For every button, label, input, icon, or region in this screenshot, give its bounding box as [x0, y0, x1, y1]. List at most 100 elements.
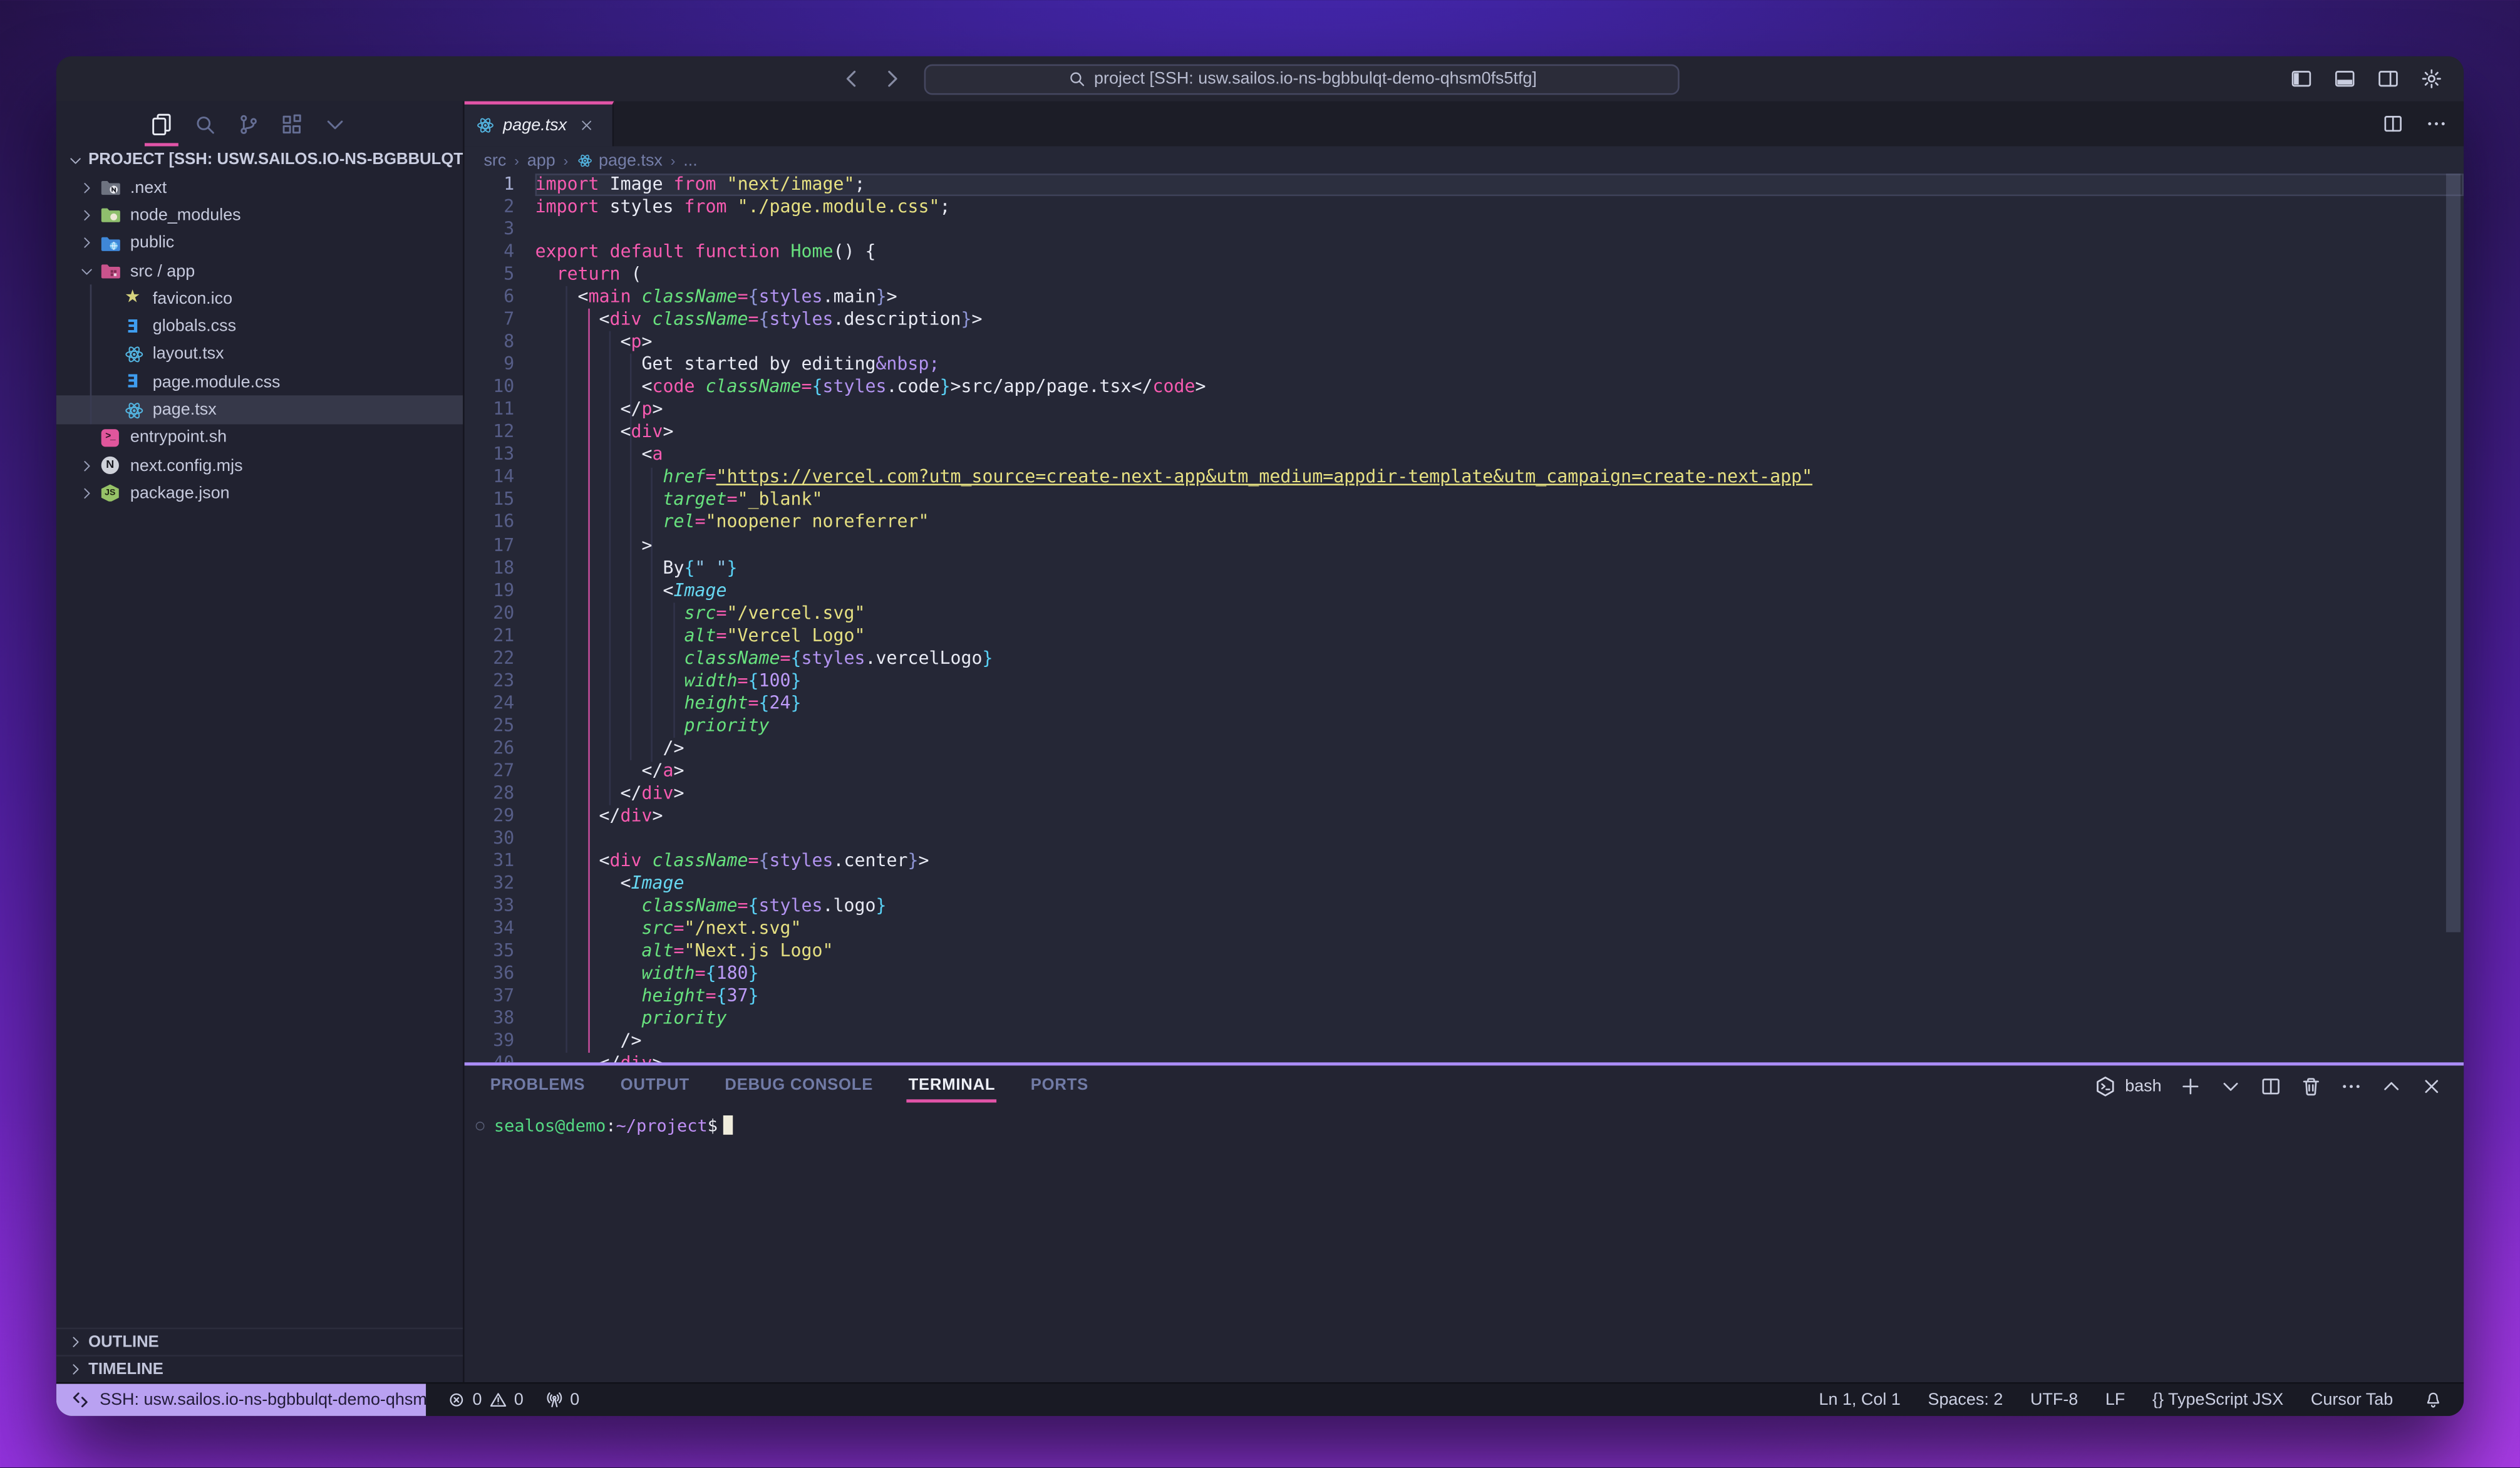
code-line-1[interactable]: 1import Image from "next/image";	[465, 173, 2464, 196]
line-number[interactable]: 2	[465, 196, 535, 219]
line-number[interactable]: 9	[465, 354, 535, 376]
status-item-ln-1-col-1[interactable]: Ln 1, Col 1	[1819, 1390, 1900, 1410]
line-number[interactable]: 35	[465, 940, 535, 963]
toggle-secondary-sidebar-button[interactable]	[2377, 68, 2400, 90]
code-line-34[interactable]: 34 src="/next.svg"	[465, 918, 2464, 940]
tree-item-node-modules[interactable]: node_modules	[56, 202, 463, 229]
activity-item-extensions[interactable]	[270, 101, 313, 147]
line-number[interactable]: 10	[465, 376, 535, 399]
tree-item-globals.css[interactable]: Ǝglobals.css	[56, 313, 463, 340]
code-line-5[interactable]: 5 return (	[465, 264, 2464, 286]
code-line-30[interactable]: 30	[465, 827, 2464, 850]
code-line-29[interactable]: 29 </div>	[465, 805, 2464, 827]
chevron-up-icon[interactable]	[2380, 1075, 2403, 1098]
code-line-40[interactable]: 40 </div>	[465, 1053, 2464, 1062]
code-line-22[interactable]: 22 className={styles.vercelLogo}	[465, 647, 2464, 669]
activity-item-explorer[interactable]	[140, 101, 183, 147]
activity-item-search[interactable]	[183, 101, 227, 147]
vertical-scrollbar[interactable]	[2446, 173, 2461, 932]
line-number[interactable]: 12	[465, 421, 535, 444]
line-number[interactable]: 27	[465, 760, 535, 782]
toggle-panel-button[interactable]	[2333, 68, 2356, 90]
code-line-25[interactable]: 25 priority	[465, 715, 2464, 737]
ellipsis-icon[interactable]	[2340, 1075, 2363, 1098]
code-line-32[interactable]: 32 <Image	[465, 872, 2464, 895]
remote-indicator[interactable]: SSH: usw.sailos.io-ns-bgbbulqt-demo-qhsm…	[56, 1383, 426, 1416]
split-icon[interactable]	[2259, 1075, 2282, 1098]
code-line-15[interactable]: 15 target="_blank"	[465, 489, 2464, 512]
line-number[interactable]: 5	[465, 264, 535, 286]
line-number[interactable]: 19	[465, 579, 535, 602]
line-number[interactable]: 28	[465, 782, 535, 805]
code-line-2[interactable]: 2import styles from "./page.module.css";	[465, 196, 2464, 219]
line-number[interactable]: 13	[465, 444, 535, 467]
code-line-13[interactable]: 13 <a	[465, 444, 2464, 467]
tree-item-favicon.ico[interactable]: ★favicon.ico	[56, 285, 463, 313]
close-icon[interactable]	[2420, 1075, 2443, 1098]
line-number[interactable]: 31	[465, 850, 535, 872]
line-number[interactable]: 18	[465, 557, 535, 579]
tree-item-next.config.mjs[interactable]: Nnext.config.mjs	[56, 452, 463, 479]
code-line-9[interactable]: 9 Get started by editing&nbsp;	[465, 354, 2464, 376]
split-editor-button[interactable]	[2382, 113, 2404, 135]
code-line-37[interactable]: 37 height={37}	[465, 985, 2464, 1008]
status-item-spaces-2[interactable]: Spaces: 2	[1928, 1390, 2003, 1410]
line-number[interactable]: 11	[465, 399, 535, 421]
tree-item-page.tsx[interactable]: page.tsx	[56, 396, 463, 423]
code-line-35[interactable]: 35 alt="Next.js Logo"	[465, 940, 2464, 963]
terminal[interactable]: ○ sealos@demo:~/project$	[465, 1107, 2464, 1382]
ports-indicator[interactable]: 0	[544, 1390, 579, 1410]
breadcrumb-item-...[interactable]: ...	[683, 150, 697, 170]
code-editor[interactable]: 1import Image from "next/image";2import …	[465, 173, 2464, 1062]
sidebar-section-outline[interactable]: OUTLINE	[56, 1328, 463, 1355]
line-number[interactable]: 21	[465, 624, 535, 647]
breadcrumb-item-app[interactable]: app	[527, 150, 555, 170]
breadcrumb-item-page.tsx[interactable]: page.tsx	[576, 150, 663, 170]
line-number[interactable]: 14	[465, 467, 535, 489]
code-line-8[interactable]: 8 <p>	[465, 331, 2464, 354]
notifications-bell-icon[interactable]	[2424, 1390, 2443, 1410]
code-line-27[interactable]: 27 </a>	[465, 760, 2464, 782]
code-line-7[interactable]: 7 <div className={styles.description}>	[465, 309, 2464, 331]
line-number[interactable]: 16	[465, 512, 535, 534]
code-line-12[interactable]: 12 <div>	[465, 421, 2464, 444]
code-line-33[interactable]: 33 className={styles.logo}	[465, 895, 2464, 918]
code-line-20[interactable]: 20 src="/vercel.svg"	[465, 602, 2464, 624]
line-number[interactable]: 22	[465, 647, 535, 669]
line-number[interactable]: 32	[465, 872, 535, 895]
tree-item-public[interactable]: public	[56, 229, 463, 257]
code-line-16[interactable]: 16 rel="noopener noreferrer"	[465, 512, 2464, 534]
code-line-17[interactable]: 17 >	[465, 534, 2464, 557]
command-center-search[interactable]: project [SSH: usw.sailos.io-ns-bgbbulqt-…	[924, 63, 1680, 94]
code-line-3[interactable]: 3	[465, 219, 2464, 241]
trash-icon[interactable]	[2300, 1075, 2322, 1098]
line-number[interactable]: 37	[465, 985, 535, 1008]
line-number[interactable]: 3	[465, 219, 535, 241]
line-number[interactable]: 20	[465, 602, 535, 624]
panel-tab-debug-console[interactable]: DEBUG CONSOLE	[725, 1065, 873, 1107]
tab-close-icon[interactable]	[578, 117, 594, 133]
problems-indicator[interactable]: 0 0	[447, 1390, 523, 1410]
line-number[interactable]: 15	[465, 489, 535, 512]
code-line-24[interactable]: 24 height={24}	[465, 692, 2464, 715]
line-number[interactable]: 38	[465, 1008, 535, 1030]
history-back-button[interactable]	[840, 68, 863, 90]
settings-gear-icon[interactable]	[2420, 68, 2443, 90]
chevron-down-icon[interactable]	[2219, 1075, 2242, 1098]
line-number[interactable]: 39	[465, 1030, 535, 1053]
activity-item-source-control[interactable]	[227, 101, 270, 147]
tree-item-src-app[interactable]: src / app	[56, 257, 463, 284]
panel-tab-problems[interactable]: PROBLEMS	[490, 1065, 586, 1107]
line-number[interactable]: 25	[465, 715, 535, 737]
line-number[interactable]: 29	[465, 805, 535, 827]
tree-item-layout.tsx[interactable]: layout.tsx	[56, 340, 463, 368]
line-number[interactable]: 33	[465, 895, 535, 918]
code-line-18[interactable]: 18 By{" "}	[465, 557, 2464, 579]
code-line-31[interactable]: 31 <div className={styles.center}>	[465, 850, 2464, 872]
tree-item-entrypoint.sh[interactable]: >_entrypoint.sh	[56, 424, 463, 452]
activity-item-more-views[interactable]	[313, 101, 356, 147]
more-actions-button[interactable]	[2425, 113, 2448, 135]
code-line-4[interactable]: 4export default function Home() {	[465, 241, 2464, 264]
tree-item-page.module.css[interactable]: Ǝpage.module.css	[56, 368, 463, 396]
panel-tab-output[interactable]: OUTPUT	[621, 1065, 689, 1107]
